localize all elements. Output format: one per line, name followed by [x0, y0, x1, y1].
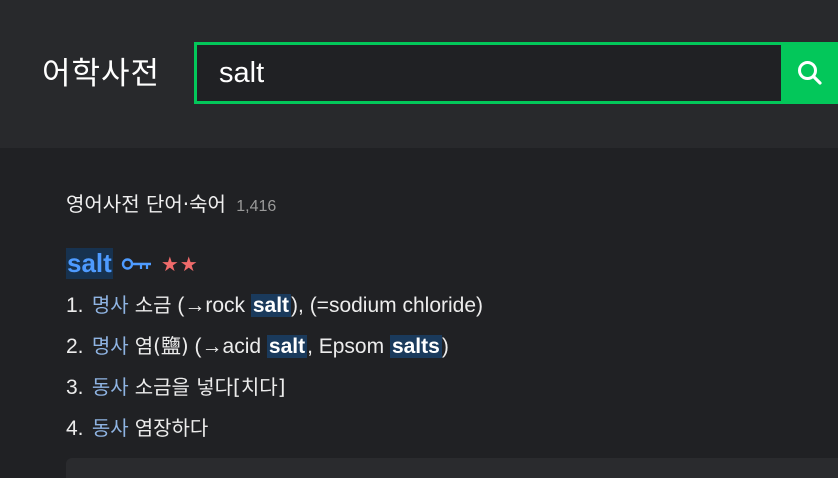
- definition-meaning: 소금을 넣다[치다]: [134, 375, 286, 399]
- search-button[interactable]: [781, 42, 838, 104]
- definition-item: 1. 명사 소금 (→rock salt), (=sodium chloride): [66, 288, 483, 329]
- example-text: , Epsom: [307, 335, 390, 358]
- search-icon: [797, 61, 822, 85]
- brand-title[interactable]: 어학사전: [42, 48, 160, 93]
- definition-number: 1.: [66, 294, 84, 317]
- next-section-card: [66, 458, 838, 478]
- highlighted-term[interactable]: salts: [389, 335, 442, 358]
- part-of-speech: 명사: [91, 334, 129, 358]
- example-text: ), (=sodium chloride): [291, 294, 484, 317]
- definition-number: 3.: [66, 376, 84, 399]
- importance-stars: ★★: [160, 251, 199, 276]
- definition-meaning: 소금: [134, 293, 172, 317]
- search-box[interactable]: [194, 42, 781, 104]
- definition-number: 2.: [66, 335, 84, 358]
- result-count: 1,416: [236, 198, 277, 215]
- example-text: ): [441, 335, 449, 358]
- definition-item: 4. 동사 염장하다: [66, 411, 483, 452]
- section-header: 영어사전 단어·숙어 1,416: [66, 188, 276, 217]
- example-text: (→acid: [188, 335, 267, 358]
- definition-number: 4.: [66, 417, 84, 440]
- part-of-speech: 동사: [91, 416, 129, 440]
- part-of-speech: 동사: [91, 375, 129, 399]
- highlighted-term[interactable]: salt: [250, 294, 292, 317]
- search-input[interactable]: [219, 53, 759, 93]
- highlighted-term[interactable]: salt: [266, 335, 308, 358]
- definition-meaning: 염(鹽): [134, 334, 189, 358]
- results-area: 영어사전 단어·숙어 1,416 salt ★★ 1. 명사 소금 (→rock …: [0, 148, 838, 478]
- entry-word-link[interactable]: salt: [66, 248, 113, 279]
- header: 어학사전: [0, 0, 838, 148]
- definition-list: 1. 명사 소금 (→rock salt), (=sodium chloride)…: [66, 288, 483, 452]
- part-of-speech: 명사: [91, 293, 129, 317]
- definition-meaning: 염장하다: [134, 416, 209, 440]
- definition-item: 3. 동사 소금을 넣다[치다]: [66, 370, 483, 411]
- example-text: (→rock: [171, 294, 251, 317]
- key-icon[interactable]: [121, 256, 153, 272]
- entry-header: salt ★★: [66, 248, 199, 279]
- section-title: 영어사전 단어·숙어: [66, 192, 226, 216]
- definition-item: 2. 명사 염(鹽) (→acid salt, Epsom salts): [66, 329, 483, 370]
